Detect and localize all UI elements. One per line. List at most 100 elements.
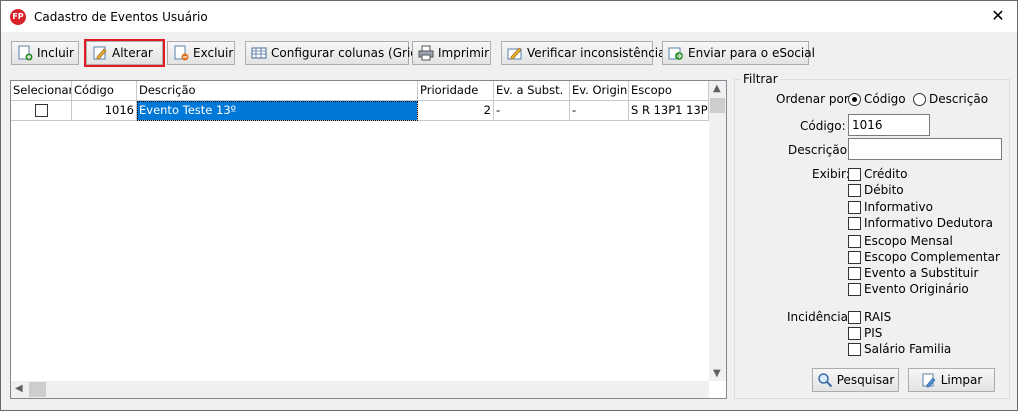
configurar-colunas-label: Configurar colunas (Grid) [271,46,423,60]
pesquisar-button[interactable]: Pesquisar [812,368,899,392]
clear-eraser-icon [922,373,936,388]
checkbox-box[interactable] [848,282,861,296]
order-descricao-label: Descrição [929,92,989,106]
horizontal-scroll-thumb[interactable] [29,382,46,397]
row-select-checkbox[interactable] [34,104,48,117]
verificar-inconsistencias-label: Verificar inconsistências [527,46,672,60]
descricao-filter-input[interactable] [848,138,1002,160]
exibir-escopo-mensal-checkbox[interactable]: Escopo Mensal [848,234,953,248]
grid-header: Selecionar Código Descrição Prioridade E… [11,81,709,101]
limpar-button[interactable]: Limpar [908,368,995,392]
incidencia-pis-label: PIS [864,326,883,340]
column-header-ev-subst[interactable]: Ev. a Subst. [494,81,570,101]
exibir-credito-checkbox[interactable]: Crédito [848,167,907,181]
pesquisar-label: Pesquisar [836,373,895,387]
incidencia-pis-checkbox[interactable]: PIS [848,326,882,340]
column-header-ev-origin[interactable]: Ev. Origin. [570,81,629,101]
checkbox-box[interactable] [848,250,861,264]
checkbox-box[interactable] [848,342,861,356]
column-header-descricao[interactable]: Descrição [137,81,418,101]
verificar-inconsistencias-button[interactable]: Verificar inconsistências [501,41,672,65]
ordenar-por-label: Ordenar por: [776,92,853,106]
cell-ev-origin: - [570,101,629,121]
codigo-filter-input[interactable]: 1016 [848,114,930,136]
cell-prioridade: 2 [418,101,494,121]
table-row[interactable]: 1016 Evento Teste 13º 2 - - S R 13P1 13P… [11,101,709,121]
search-icon [817,373,832,388]
exibir-informativo-dedutora-label: Informativo Dedutora [864,216,993,230]
alterar-button[interactable]: Alterar [84,39,165,67]
checkbox-box[interactable] [848,167,861,181]
cell-descricao[interactable]: Evento Teste 13º [137,101,418,121]
verify-pencil-icon [507,47,522,60]
scroll-down-icon[interactable]: ▼ [713,368,721,379]
checkbox-box[interactable] [848,310,861,324]
descricao-filter-label: Descrição: [788,143,852,157]
incidencia-rais-label: RAIS [864,310,892,324]
grid-columns-icon [251,47,267,59]
order-codigo-label: Código [864,92,906,106]
vertical-scroll-thumb[interactable] [710,98,725,113]
checkbox-box[interactable] [848,234,861,248]
exibir-evento-substituir-checkbox[interactable]: Evento a Substituir [848,266,978,280]
enviar-esocial-button[interactable]: Enviar para o eSocial [662,41,815,65]
scroll-left-icon[interactable]: ◀ [15,383,23,394]
window-title: Cadastro de Eventos Usuário [34,10,208,24]
exibir-escopo-mensal-label: Escopo Mensal [864,234,953,248]
column-header-prioridade[interactable]: Prioridade [418,81,494,101]
exibir-escopo-complementar-label: Escopo Complementar [864,250,1000,264]
exibir-label: Exibir: [812,167,850,181]
exibir-evento-originario-checkbox[interactable]: Evento Originário [848,282,969,296]
exibir-informativo-checkbox[interactable]: Informativo [848,200,933,214]
enviar-esocial-label: Enviar para o eSocial [688,46,815,60]
incluir-button[interactable]: Incluir [11,41,79,65]
scroll-up-icon[interactable]: ▲ [713,83,721,94]
checkbox-box[interactable] [848,200,861,214]
main-window: FP Cadastro de Eventos Usuário ✕ Incluir… [0,0,1018,411]
exibir-escopo-complementar-checkbox[interactable]: Escopo Complementar [848,250,1000,264]
column-header-escopo[interactable]: Escopo [629,81,709,101]
vertical-scrollbar[interactable]: ▲ ▼ [709,81,726,381]
printer-icon [418,45,434,61]
limpar-label: Limpar [940,373,983,387]
column-header-selecionar[interactable]: Selecionar [11,81,72,101]
alterar-label: Alterar [112,46,153,60]
row-select-cell[interactable] [11,101,72,121]
cell-codigo: 1016 [72,101,137,121]
events-grid[interactable]: Selecionar Código Descrição Prioridade E… [10,80,727,399]
exibir-evento-substituir-label: Evento a Substituir [864,266,979,280]
exibir-informativo-dedutora-checkbox[interactable]: Informativo Dedutora [848,216,993,230]
incidencia-salario-familia-label: Salário Familia [864,342,952,356]
checkbox-box[interactable] [848,266,861,280]
add-document-icon [18,45,33,61]
app-logo-icon: FP [10,9,26,25]
incidencia-salario-familia-checkbox[interactable]: Salário Familia [848,342,951,356]
radio-selected-icon[interactable] [848,92,861,106]
imprimir-button[interactable]: Imprimir [412,41,491,65]
cell-escopo: S R 13P1 13P2 [629,101,709,121]
exibir-evento-originario-label: Evento Originário [864,282,969,296]
incidencias-label: Incidências [787,310,855,324]
title-bar: FP Cadastro de Eventos Usuário ✕ [1,1,1017,32]
checkbox-box[interactable] [848,216,861,230]
checkbox-box[interactable] [848,326,861,340]
checkbox-box[interactable] [848,183,861,197]
horizontal-scrollbar[interactable]: ◀ [11,381,709,398]
codigo-filter-label: Código: [800,119,846,133]
radio-unselected-icon[interactable] [913,92,926,106]
exibir-debito-label: Débito [864,183,904,197]
exibir-debito-checkbox[interactable]: Débito [848,183,904,197]
exibir-credito-label: Crédito [864,167,908,181]
delete-document-icon [174,45,189,61]
incidencia-rais-checkbox[interactable]: RAIS [848,310,891,324]
filter-legend: Filtrar [741,72,780,86]
column-header-codigo[interactable]: Código [72,81,137,101]
configurar-colunas-button[interactable]: Configurar colunas (Grid) [245,41,423,65]
imprimir-label: Imprimir [438,46,490,60]
order-descricao-radio[interactable]: Descrição [913,92,988,106]
order-codigo-radio[interactable]: Código [848,92,906,106]
cell-ev-subst: - [494,101,570,121]
close-icon[interactable]: ✕ [988,6,1008,26]
excluir-button[interactable]: Excluir [167,41,235,65]
send-globe-icon [668,47,683,60]
